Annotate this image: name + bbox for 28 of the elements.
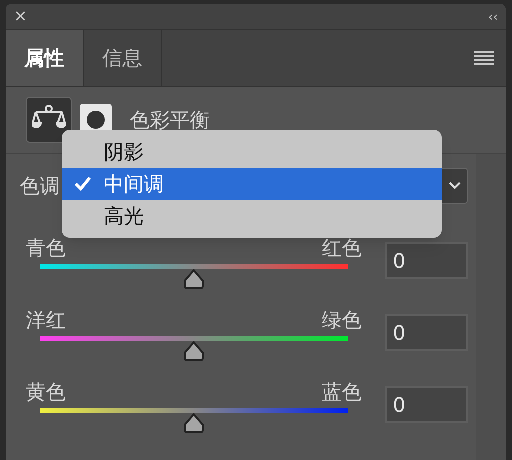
slider-thumb[interactable]	[182, 269, 206, 290]
menu-item[interactable]: 中间调	[62, 168, 442, 200]
slider-label: 绿色	[322, 307, 362, 334]
scale-icon[interactable]	[26, 97, 72, 143]
tab[interactable]: 属性	[6, 30, 84, 86]
slider-label: 黄色	[26, 379, 66, 406]
menu-icon[interactable]	[474, 51, 494, 65]
value-field[interactable]: 0	[385, 386, 468, 423]
close-button[interactable]: ✕	[14, 8, 28, 24]
value-field[interactable]: 0	[385, 242, 468, 279]
slider-thumb[interactable]	[182, 413, 206, 434]
color-slider[interactable]	[40, 336, 348, 362]
slider-label: 红色	[322, 235, 362, 262]
slider-label: 青色	[26, 235, 66, 262]
slider-label: 蓝色	[322, 379, 362, 406]
menu-item[interactable]: 阴影	[62, 136, 442, 168]
slider-label: 洋红	[26, 307, 66, 334]
menu-item[interactable]: 高光	[62, 200, 442, 232]
panel-title: 色彩平衡	[130, 107, 210, 134]
color-slider[interactable]	[40, 408, 348, 434]
tone-label: 色调	[20, 173, 60, 200]
collapse-button[interactable]: ‹‹	[488, 10, 498, 22]
slider-thumb[interactable]	[182, 341, 206, 362]
scrollbar[interactable]	[476, 154, 506, 460]
color-slider[interactable]	[40, 264, 348, 290]
value-field[interactable]: 0	[385, 314, 468, 351]
check-icon	[75, 177, 91, 191]
chevron-down-icon	[449, 182, 461, 190]
